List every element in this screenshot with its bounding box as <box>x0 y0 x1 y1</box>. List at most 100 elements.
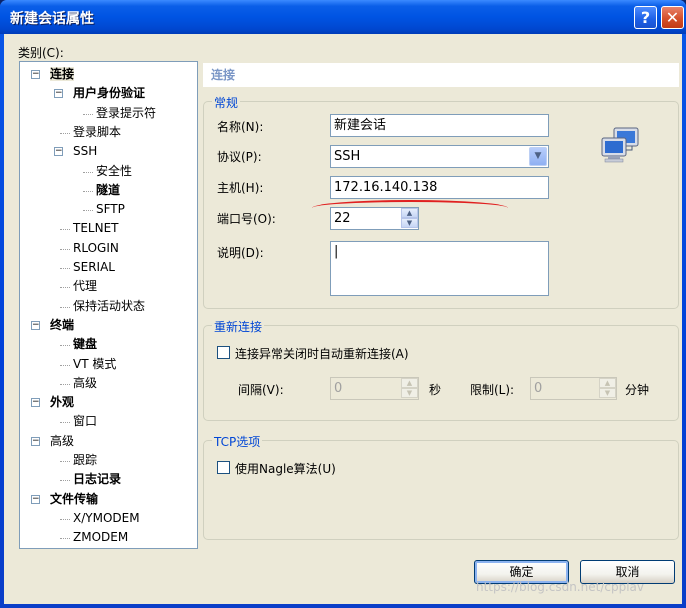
tree-connector <box>60 132 70 134</box>
tree-item-label: 高级 <box>50 433 75 448</box>
category-tree[interactable]: 连接 − 用户身份验证 − 登录提示符 登录脚本 SSH − 安全性 隧道 SFTP TELNET RL… <box>19 61 198 549</box>
tree-item[interactable]: 高级 <box>50 432 74 451</box>
tree-item-label: ZMODEM <box>73 530 129 545</box>
tree-item-label: 键盘 <box>73 337 98 352</box>
collapse-icon[interactable]: − <box>31 398 40 408</box>
help-button[interactable]: ? <box>634 6 657 29</box>
tree-item[interactable]: 跟踪 <box>73 451 97 470</box>
tree-item[interactable]: SSH <box>73 142 97 161</box>
tree-item[interactable]: 用户身份验证 <box>73 84 145 103</box>
auto-reconnect-label[interactable]: 连接异常关闭时自动重新连接(A) <box>235 345 409 362</box>
port-label: 端口号(O): <box>217 212 276 226</box>
port-value: 22 <box>334 211 351 226</box>
tree-item[interactable]: 文件传输 <box>50 490 98 509</box>
tree-item[interactable]: 安全性 <box>96 162 132 181</box>
tree-item[interactable]: 窗口 <box>73 412 97 431</box>
tree-connector <box>60 422 70 424</box>
tree-connector <box>60 538 70 540</box>
tree-item[interactable]: TELNET <box>73 219 119 238</box>
title-bar[interactable]: 新建会话属性 ? ✕ <box>0 0 686 34</box>
name-input[interactable]: 新建会话 <box>330 114 549 137</box>
tree-item-label: SSH <box>73 144 98 159</box>
interval-value: 0 <box>334 381 343 396</box>
watermark: https://blog.csdn.net/cpplav <box>476 580 644 594</box>
collapse-icon[interactable]: − <box>54 89 63 99</box>
tree-item[interactable]: 终端 <box>50 316 74 335</box>
protocol-label: 协议(P): <box>217 150 262 164</box>
tree-connector <box>60 364 70 366</box>
interval-unit: 秒 <box>429 383 442 397</box>
tree-item[interactable]: 隧道 <box>96 181 120 200</box>
tree-item[interactable]: SERIAL <box>73 258 115 277</box>
tree-item[interactable]: 代理 <box>73 277 97 296</box>
tree-item-label: 隧道 <box>96 182 121 197</box>
tree-item[interactable]: 登录脚本 <box>73 123 121 142</box>
auto-reconnect-checkbox[interactable] <box>217 346 230 359</box>
collapse-icon[interactable]: − <box>31 436 40 446</box>
tree-item-label: RLOGIN <box>73 240 119 255</box>
protocol-select[interactable]: SSH ▼ <box>330 145 549 168</box>
tree-connector <box>83 190 93 192</box>
chevron-down-icon[interactable]: ▼ <box>529 147 547 166</box>
reconnect-group: 重新连接 连接异常关闭时自动重新连接(A) 间隔(V): 0 ▲ ▼ 秒 限制(L… <box>203 318 679 421</box>
description-label: 说明(D): <box>217 246 264 260</box>
nagle-checkbox[interactable] <box>217 461 230 474</box>
spin-down-icon: ▼ <box>401 388 418 398</box>
tree-item-label: 用户身份验证 <box>73 86 146 101</box>
description-textarea[interactable]: | <box>330 241 549 296</box>
spin-up-icon: ▲ <box>599 378 616 388</box>
tree-item-label: 高级 <box>73 375 98 390</box>
limit-spinner: ▲ ▼ <box>599 378 616 399</box>
tcp-group-title: TCP选项 <box>212 433 263 450</box>
close-button[interactable]: ✕ <box>661 6 684 29</box>
tree-item[interactable]: 日志记录 <box>73 470 121 489</box>
tree-connector <box>60 480 70 482</box>
protocol-selected-value: SSH <box>334 149 361 164</box>
tree-item-label: 文件传输 <box>50 491 99 506</box>
tree-connector <box>60 268 70 269</box>
port-spinner[interactable]: ▲ ▼ <box>401 208 418 229</box>
tree-item-label: 安全性 <box>96 163 133 178</box>
tree-item[interactable]: 键盘 <box>73 335 97 354</box>
spin-down-icon[interactable]: ▼ <box>401 218 418 228</box>
tree-item[interactable]: 高级 <box>73 374 97 393</box>
collapse-icon[interactable]: − <box>31 494 40 504</box>
dialog-window: 新建会话属性 ? ✕ 类别(C): 连接 − 用户身份验证 − 登录提示符 登录脚本 SSH… <box>0 0 686 608</box>
host-input[interactable]: 172.16.140.138 <box>330 176 549 199</box>
tree-item-label: 终端 <box>50 317 75 332</box>
tree-item[interactable]: SFTP <box>96 200 125 219</box>
tree-item-label: 外观 <box>50 395 75 410</box>
tcp-options-group: TCP选项 使用Nagle算法(U) <box>203 433 679 540</box>
settings-panel: 连接 常规 名称(N): 新建会话 协议(P): SSH ▼ 主机(H): 17… <box>203 61 679 549</box>
port-input[interactable]: 22 ▲ ▼ <box>330 207 419 230</box>
tree-item[interactable]: 连接 <box>50 65 75 84</box>
nagle-label[interactable]: 使用Nagle算法(U) <box>235 460 336 477</box>
tree-item[interactable]: RLOGIN <box>73 239 119 258</box>
collapse-icon[interactable]: − <box>54 147 63 157</box>
interval-input: 0 ▲ ▼ <box>330 377 419 400</box>
tree-item-label: X/YMODEM <box>73 510 140 525</box>
tree-item[interactable]: VT 模式 <box>73 355 116 374</box>
tree-connector <box>60 461 70 462</box>
tree-item-label: 登录提示符 <box>96 105 157 120</box>
tree-item[interactable]: 外观 <box>50 393 74 412</box>
limit-label: 限制(L): <box>470 383 515 397</box>
dialog-client-area: 类别(C): 连接 − 用户身份验证 − 登录提示符 登录脚本 SSH − 安全性 隧道 SFTP T… <box>4 34 682 604</box>
tree-item[interactable]: 保持活动状态 <box>73 297 145 316</box>
tree-item-label: 代理 <box>73 279 98 294</box>
tree-item[interactable]: X/YMODEM <box>73 509 140 528</box>
tree-item-label: 日志记录 <box>73 472 122 487</box>
tree-item[interactable]: ZMODEM <box>73 528 128 547</box>
general-group-title: 常规 <box>212 94 241 111</box>
tree-item-label: TELNET <box>73 221 119 236</box>
limit-value: 0 <box>534 381 543 396</box>
tree-item[interactable]: 登录提示符 <box>96 104 156 123</box>
spin-up-icon[interactable]: ▲ <box>401 208 418 218</box>
tree-connector <box>60 345 70 347</box>
limit-unit: 分钟 <box>625 383 650 397</box>
tree-connector <box>83 171 93 173</box>
collapse-icon[interactable]: − <box>31 320 40 330</box>
collapse-icon[interactable]: − <box>31 70 40 79</box>
tree-item-label: 窗口 <box>73 414 98 429</box>
category-label: 类别(C): <box>18 46 64 60</box>
